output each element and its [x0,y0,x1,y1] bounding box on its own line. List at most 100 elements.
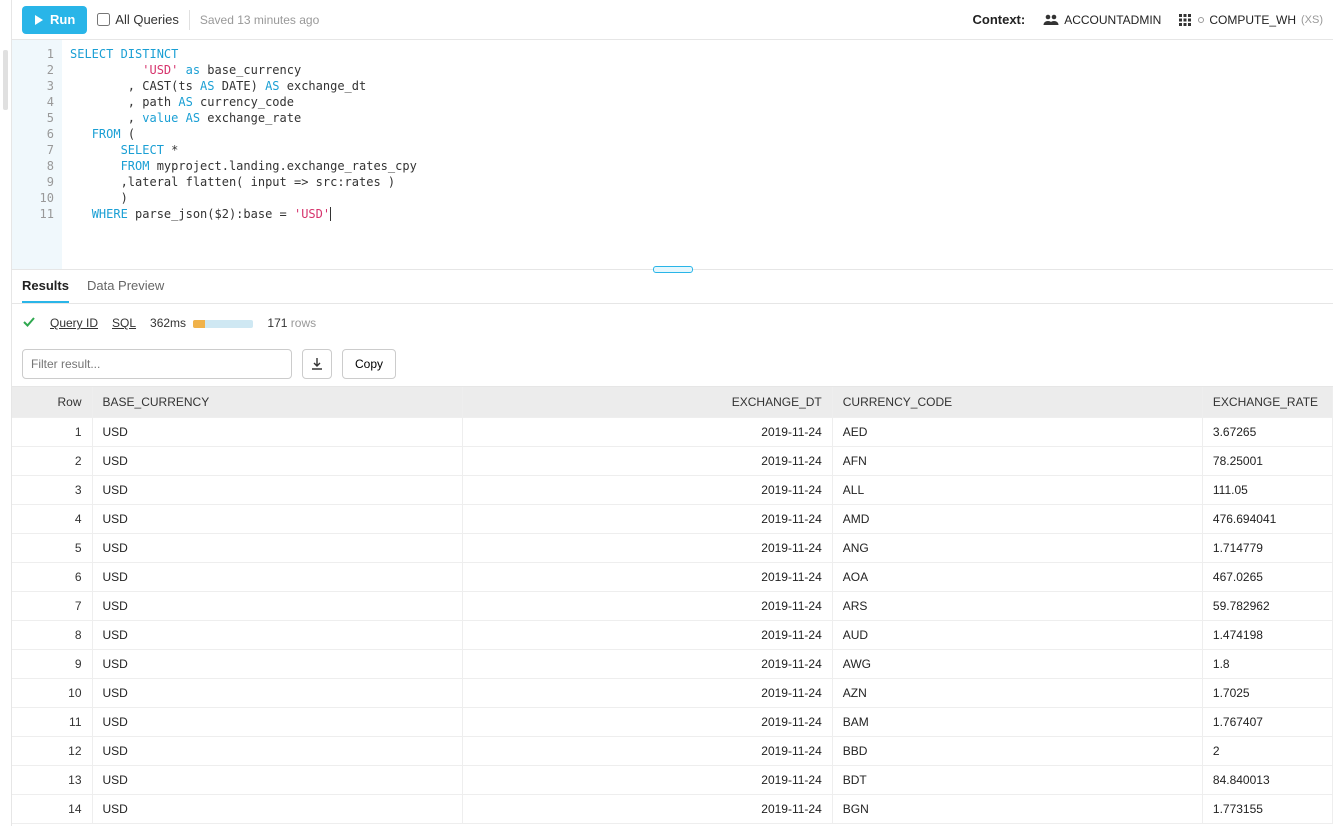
cell-exchange-dt: 2019-11-24 [462,475,832,504]
cell-base-currency: USD [92,794,462,823]
cell-exchange-rate: 78.25001 [1202,446,1332,475]
cell-row: 2 [12,446,92,475]
filter-input[interactable] [22,349,292,379]
col-header-exchange-rate[interactable]: EXCHANGE_RATE [1202,387,1332,417]
all-queries-toggle[interactable]: All Queries [97,12,179,27]
cell-base-currency: USD [92,736,462,765]
table-row[interactable]: 13USD2019-11-24BDT84.840013 [12,765,1333,794]
cell-row: 7 [12,591,92,620]
run-button[interactable]: Run [22,6,87,34]
context-role[interactable]: ACCOUNTADMIN [1043,12,1161,28]
success-icon [22,315,36,332]
col-header-row[interactable]: Row [12,387,92,417]
col-header-base-currency[interactable]: BASE_CURRENCY [92,387,462,417]
code-area[interactable]: SELECT DISTINCT 'USD' as base_currency ,… [62,40,1333,269]
table-row[interactable]: 14USD2019-11-24BGN1.773155 [12,794,1333,823]
cell-exchange-dt: 2019-11-24 [462,417,832,446]
cell-base-currency: USD [92,649,462,678]
table-row[interactable]: 12USD2019-11-24BBD2 [12,736,1333,765]
copy-button[interactable]: Copy [342,349,396,379]
table-row[interactable]: 8USD2019-11-24AUD1.474198 [12,620,1333,649]
cell-exchange-dt: 2019-11-24 [462,736,832,765]
cell-exchange-rate: 111.05 [1202,475,1332,504]
table-row[interactable]: 5USD2019-11-24ANG1.714779 [12,533,1333,562]
all-queries-label: All Queries [115,12,179,27]
cell-base-currency: USD [92,765,462,794]
cell-exchange-dt: 2019-11-24 [462,649,832,678]
table-row[interactable]: 3USD2019-11-24ALL111.05 [12,475,1333,504]
cell-currency-code: BAM [832,707,1202,736]
cell-exchange-rate: 1.8 [1202,649,1332,678]
cell-row: 11 [12,707,92,736]
cell-exchange-rate: 1.773155 [1202,794,1332,823]
table-row[interactable]: 7USD2019-11-24ARS59.782962 [12,591,1333,620]
cell-exchange-rate: 476.694041 [1202,504,1332,533]
cell-currency-code: AWG [832,649,1202,678]
all-queries-checkbox[interactable] [97,13,110,26]
cell-currency-code: BDT [832,765,1202,794]
cell-exchange-dt: 2019-11-24 [462,591,832,620]
download-icon [310,357,324,371]
cell-row: 12 [12,736,92,765]
cell-currency-code: ANG [832,533,1202,562]
cell-currency-code: AFN [832,446,1202,475]
cell-base-currency: USD [92,562,462,591]
table-row[interactable]: 9USD2019-11-24AWG1.8 [12,649,1333,678]
table-row[interactable]: 1USD2019-11-24AED3.67265 [12,417,1333,446]
table-row[interactable]: 10USD2019-11-24AZN1.7025 [12,678,1333,707]
divider [189,10,190,30]
cell-base-currency: USD [92,446,462,475]
role-name: ACCOUNTADMIN [1064,13,1161,27]
pane-resize-handle[interactable] [653,266,693,273]
line-gutter: 1 2 3 4 5 6 7 8 9 10 11 [12,40,62,269]
tab-results[interactable]: Results [22,270,69,303]
sql-editor[interactable]: 1 2 3 4 5 6 7 8 9 10 11 SELECT DISTINCT … [12,40,1333,270]
results-table: Row BASE_CURRENCY EXCHANGE_DT CURRENCY_C… [12,387,1333,824]
cell-exchange-dt: 2019-11-24 [462,794,832,823]
cell-exchange-dt: 2019-11-24 [462,620,832,649]
warehouse-size: (XS) [1301,14,1323,26]
cell-exchange-rate: 2 [1202,736,1332,765]
table-row[interactable]: 4USD2019-11-24AMD476.694041 [12,504,1333,533]
cell-base-currency: USD [92,591,462,620]
cell-exchange-dt: 2019-11-24 [462,446,832,475]
warehouse-icon [1177,12,1193,28]
cell-row: 10 [12,678,92,707]
cell-currency-code: ALL [832,475,1202,504]
role-icon [1043,12,1059,28]
cell-base-currency: USD [92,678,462,707]
tab-data-preview[interactable]: Data Preview [87,270,164,303]
table-row[interactable]: 11USD2019-11-24BAM1.767407 [12,707,1333,736]
results-grid[interactable]: Row BASE_CURRENCY EXCHANGE_DT CURRENCY_C… [12,386,1333,826]
cell-row: 1 [12,417,92,446]
cell-exchange-rate: 84.840013 [1202,765,1332,794]
table-row[interactable]: 6USD2019-11-24AOA467.0265 [12,562,1333,591]
cell-exchange-rate: 59.782962 [1202,591,1332,620]
cell-exchange-rate: 1.714779 [1202,533,1332,562]
sql-link[interactable]: SQL [112,316,136,330]
context-warehouse[interactable]: COMPUTE_WH (XS) [1177,12,1323,28]
cell-base-currency: USD [92,533,462,562]
toolbar: Run All Queries Saved 13 minutes ago Con… [12,0,1333,40]
cell-row: 6 [12,562,92,591]
status-row: Query ID SQL 362ms 171 rows [12,304,1333,342]
cell-row: 3 [12,475,92,504]
cell-exchange-dt: 2019-11-24 [462,765,832,794]
cell-exchange-rate: 467.0265 [1202,562,1332,591]
table-row[interactable]: 2USD2019-11-24AFN78.25001 [12,446,1333,475]
sidebar-handle[interactable] [3,50,8,110]
cell-currency-code: AZN [832,678,1202,707]
cell-currency-code: BBD [832,736,1202,765]
download-button[interactable] [302,349,332,379]
col-header-exchange-dt[interactable]: EXCHANGE_DT [462,387,832,417]
cell-row: 13 [12,765,92,794]
cell-currency-code: AUD [832,620,1202,649]
cell-exchange-rate: 3.67265 [1202,417,1332,446]
query-id-link[interactable]: Query ID [50,316,98,330]
saved-status: Saved 13 minutes ago [200,13,319,27]
col-header-currency-code[interactable]: CURRENCY_CODE [832,387,1202,417]
cell-currency-code: AMD [832,504,1202,533]
collapsed-sidebar[interactable] [0,0,12,826]
warehouse-name: COMPUTE_WH [1209,13,1296,27]
cell-exchange-dt: 2019-11-24 [462,678,832,707]
